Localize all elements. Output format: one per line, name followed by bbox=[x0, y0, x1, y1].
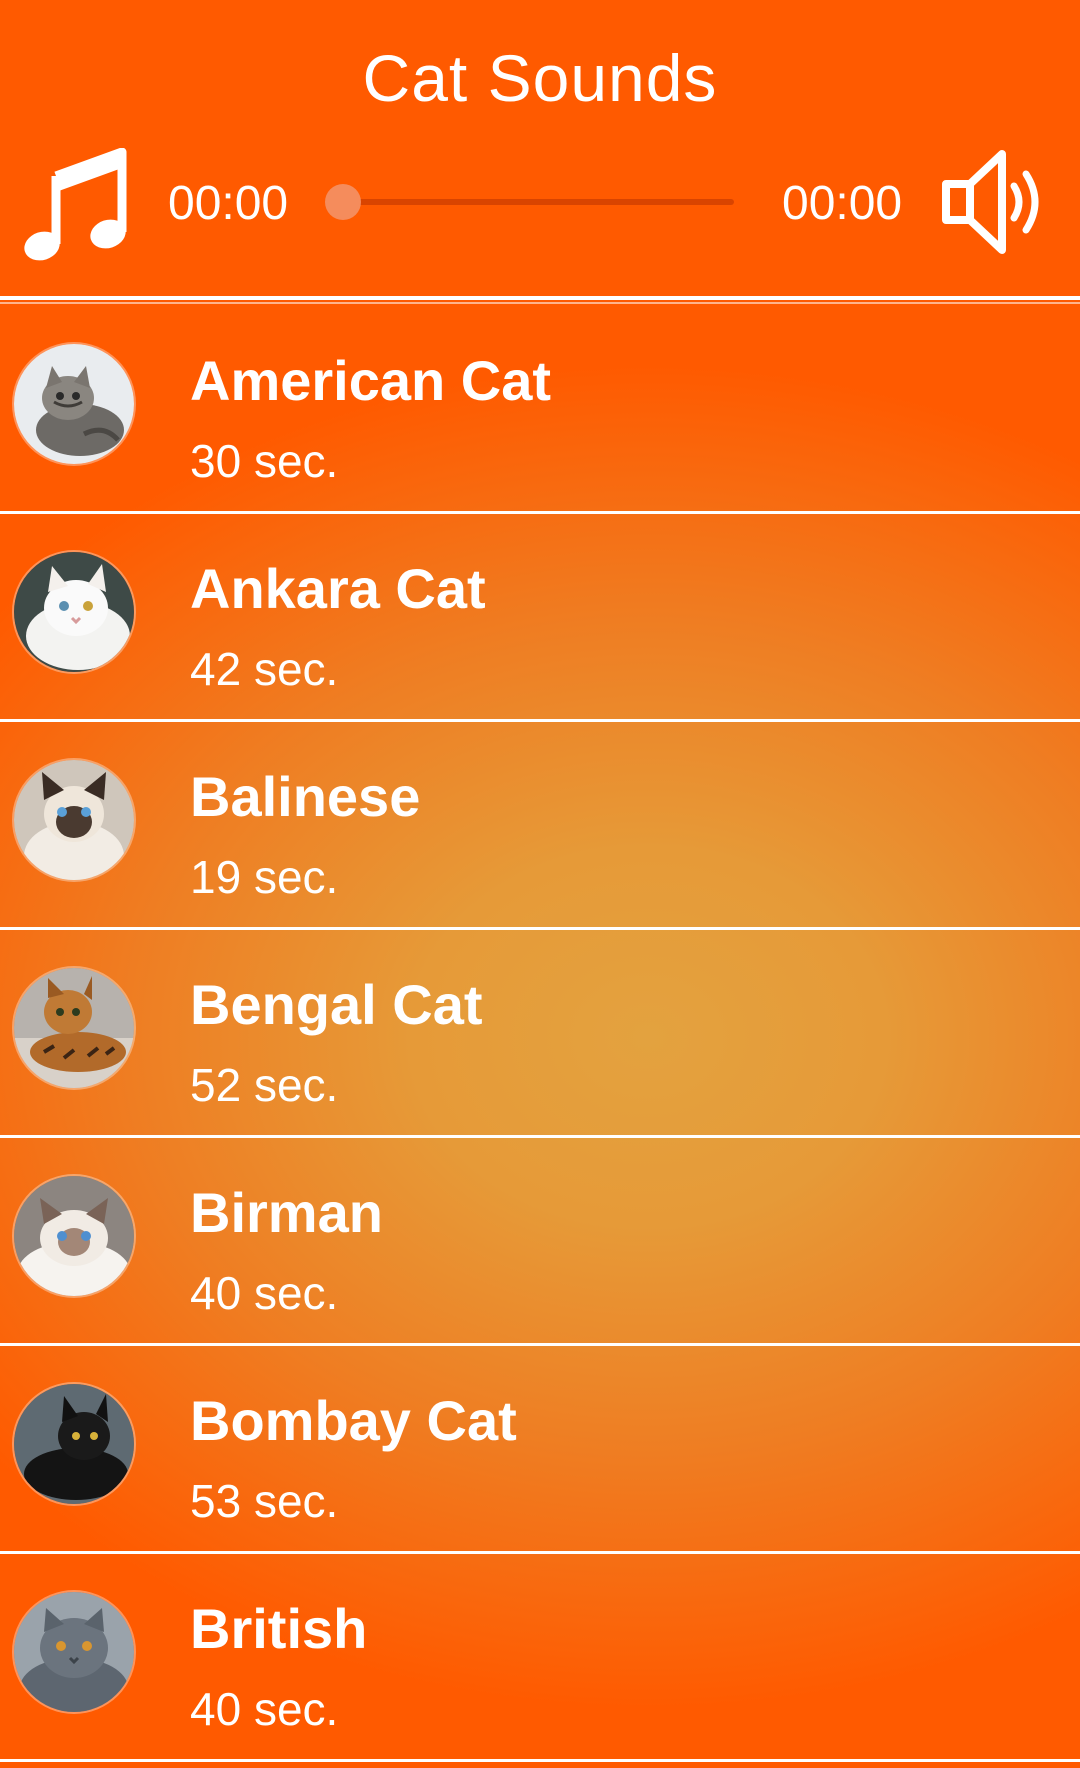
cat-photo-icon bbox=[14, 1176, 134, 1296]
cat-photo-icon bbox=[14, 968, 134, 1088]
sound-name: American Cat bbox=[190, 349, 552, 412]
total-time: 00:00 bbox=[782, 177, 903, 230]
header-divider-shadow bbox=[0, 302, 1080, 304]
sound-name: Bombay Cat bbox=[190, 1389, 517, 1452]
cat-thumbnail bbox=[14, 1384, 134, 1504]
cat-thumbnail bbox=[14, 344, 134, 464]
sound-duration: 30 sec. bbox=[190, 435, 339, 487]
sound-item-british[interactable]: British 40 sec. bbox=[0, 1554, 1080, 1762]
sound-duration: 40 sec. bbox=[190, 1267, 339, 1319]
sound-name: Ankara Cat bbox=[190, 557, 486, 620]
cat-photo-icon bbox=[14, 1592, 134, 1712]
seek-bar[interactable] bbox=[344, 199, 734, 205]
seek-thumb[interactable] bbox=[325, 184, 361, 220]
app-screen: Cat Sounds 00:00 00:00 American Cat 30 s… bbox=[0, 0, 1080, 1768]
sound-duration: 42 sec. bbox=[190, 643, 339, 695]
page-title: Cat Sounds bbox=[362, 41, 718, 115]
player-header: Cat Sounds 00:00 00:00 bbox=[0, 0, 1080, 304]
sound-name: Bengal Cat bbox=[190, 973, 483, 1036]
current-time: 00:00 bbox=[168, 177, 289, 230]
sound-name: Birman bbox=[190, 1181, 383, 1244]
sound-name: British bbox=[190, 1597, 368, 1660]
sound-item-balinese[interactable]: Balinese 19 sec. bbox=[0, 722, 1080, 930]
cat-photo-icon bbox=[14, 344, 134, 464]
cat-thumbnail bbox=[14, 1176, 134, 1296]
sound-duration: 53 sec. bbox=[190, 1475, 339, 1527]
sound-item-bengal-cat[interactable]: Bengal Cat 52 sec. bbox=[0, 930, 1080, 1138]
cat-photo-icon bbox=[14, 1384, 134, 1504]
sound-item-ankara-cat[interactable]: Ankara Cat 42 sec. bbox=[0, 514, 1080, 722]
speaker-volume-icon[interactable] bbox=[940, 146, 1052, 258]
cat-photo-icon bbox=[14, 552, 134, 672]
sound-item-birman[interactable]: Birman 40 sec. bbox=[0, 1138, 1080, 1346]
row-divider bbox=[0, 1759, 1080, 1762]
cat-thumbnail bbox=[14, 552, 134, 672]
header-divider bbox=[0, 296, 1080, 300]
sound-item-bombay-cat[interactable]: Bombay Cat 53 sec. bbox=[0, 1346, 1080, 1554]
cat-thumbnail bbox=[14, 968, 134, 1088]
cat-thumbnail bbox=[14, 1592, 134, 1712]
sound-name: Balinese bbox=[190, 765, 421, 828]
sound-duration: 52 sec. bbox=[190, 1059, 339, 1111]
cat-photo-icon bbox=[14, 760, 134, 880]
sound-duration: 40 sec. bbox=[190, 1683, 339, 1735]
music-note-icon bbox=[24, 148, 127, 261]
sound-item-american-cat[interactable]: American Cat 30 sec. bbox=[0, 306, 1080, 514]
sound-duration: 19 sec. bbox=[190, 851, 339, 903]
sound-list: American Cat 30 sec. Ankara Cat 42 sec. bbox=[0, 306, 1080, 1768]
cat-thumbnail bbox=[14, 760, 134, 880]
